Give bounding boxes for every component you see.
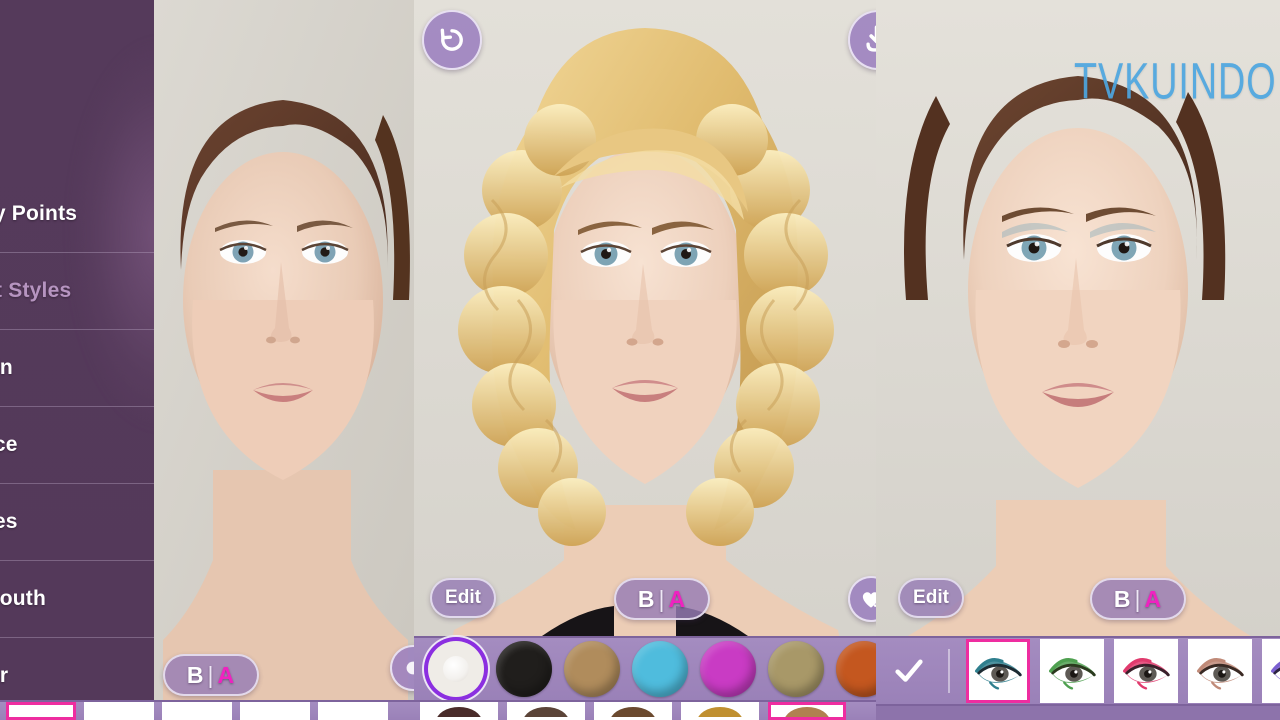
ba-after-label: A [217,661,236,688]
right-edit-button[interactable]: Edit [898,578,964,618]
hair-style-thumb-style-3[interactable] [594,702,672,720]
ba-before-label: B [1113,585,1132,612]
sidebar-item-skin[interactable]: kin [0,330,154,407]
hair-style-strip[interactable] [414,700,876,720]
list-item[interactable] [318,702,388,720]
center-edit-button[interactable]: Edit [430,578,496,618]
app-screenshot: ey Points ot Styles kin ace yes Mouth [0,0,1280,720]
left-photo-original [153,0,414,720]
circle-button-icon [406,661,414,675]
eye-makeup-icon [1197,658,1244,690]
center-before-after-button[interactable]: B | A [614,578,710,620]
hair-color-swatch-tan[interactable] [564,641,620,697]
eye-makeup-icon [1123,658,1170,690]
left-thumbnail-strip[interactable] [0,700,414,720]
left-before-after-button[interactable]: B | A [163,654,259,696]
sidebar-item-mouth[interactable]: Mouth [0,561,154,638]
hair-color-swatch-white[interactable] [428,641,484,697]
right-edit-label: Edit [913,587,949,608]
hair-style-thumb-style-1[interactable] [420,702,498,720]
eye-look-thumb-purple-look[interactable] [1262,639,1280,703]
eye-look-thumb-nude-look[interactable] [1188,639,1252,703]
ba-separator: | [1134,585,1142,612]
thumb-hair-shape [610,707,656,717]
sidebar-item-eyes[interactable]: yes [0,484,154,561]
thumb-hair-shape [436,707,482,717]
checkmark-icon [895,659,923,682]
sidebar-item-label: ey Points [0,202,78,225]
right-before-after-button[interactable]: B | A [1090,578,1186,620]
sidebar-item-label: ace [0,433,18,456]
eye-makeup-icon [975,658,1022,690]
ba-after-label: A [1144,585,1163,612]
list-item[interactable] [6,702,76,720]
toolbar-divider [948,649,950,693]
list-item[interactable] [84,702,154,720]
list-item[interactable] [240,702,310,720]
sidebar-item-hot-styles[interactable]: ot Styles [0,253,154,330]
download-plus-icon [866,25,876,52]
sidebar-item-label: kin [0,356,13,379]
thumb-hair-shape [784,707,830,717]
eye-look-toolbar[interactable] [876,636,1280,704]
sidebar-item-key-points[interactable]: ey Points [0,176,154,253]
hair-style-thumb-style-5[interactable] [768,702,846,720]
eye-look-thumb-teal-look[interactable] [966,639,1030,703]
sidebar-item-label: yes [0,510,18,533]
center-edit-label: Edit [445,587,481,608]
ba-after-label: A [668,585,687,612]
eye-look-thumb-green-look[interactable] [1040,639,1104,703]
confirm-button[interactable] [886,640,932,702]
center-preview-panel: Edit B | A [414,0,876,720]
sidebar-item-label: air [0,664,9,687]
ba-before-label: B [186,661,205,688]
hair-color-swatch-cyan[interactable] [632,641,688,697]
left-preview-panel: ey Points ot Styles kin ace yes Mouth [0,0,414,720]
ba-separator: | [658,585,666,612]
hair-color-swatch-black[interactable] [496,641,552,697]
heart-plus-icon [862,592,876,608]
hair-color-toolbar[interactable] [414,636,876,700]
sidebar-item-label: Mouth [0,587,46,610]
right-bottom-bar [876,704,1280,720]
undo-arrow-icon [440,28,463,51]
thumb-hair-shape [523,707,569,717]
eye-look-thumb-pink-look[interactable] [1114,639,1178,703]
eye-makeup-icon [1049,658,1096,690]
sidebar-item-face[interactable]: ace [0,407,154,484]
hair-style-thumb-style-2[interactable] [507,702,585,720]
hair-color-swatch-magenta[interactable] [700,641,756,697]
hair-color-swatch-khaki[interactable] [768,641,824,697]
thumb-hair-shape [697,707,743,717]
ba-separator: | [207,661,215,688]
sidebar-menu: ey Points ot Styles kin ace yes Mouth [0,0,154,720]
right-preview-panel: TVKUINDO Edit B | A [876,0,1280,720]
ba-before-label: B [637,585,656,612]
swatch-inner-dot [443,656,469,682]
eye-makeup-icon [1271,661,1280,680]
left-face-image [153,0,414,720]
sidebar-item-label: ot Styles [0,279,72,302]
hair-style-thumb-style-4[interactable] [681,702,759,720]
sidebar-menu-list: ey Points ot Styles kin ace yes Mouth [0,176,154,715]
list-item[interactable] [162,702,232,720]
hair-color-swatch-rust[interactable] [836,641,876,697]
undo-button[interactable] [422,10,482,70]
